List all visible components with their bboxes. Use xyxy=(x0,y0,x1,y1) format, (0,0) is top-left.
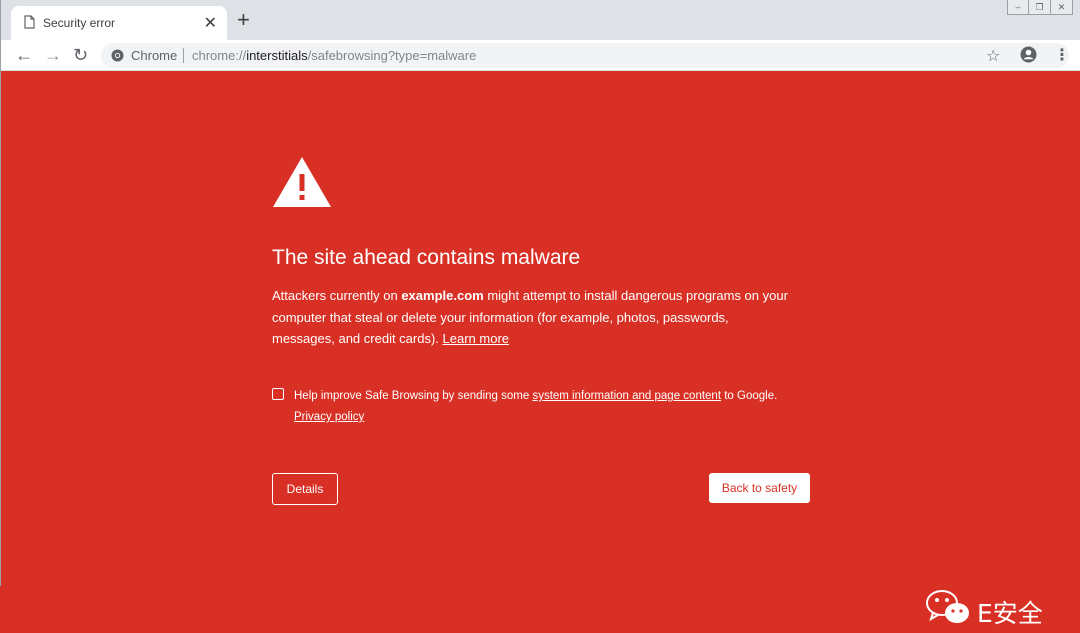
details-button[interactable]: Details xyxy=(272,473,338,505)
chrome-icon xyxy=(111,49,124,67)
address-bar[interactable]: Chrome chrome://interstitials/safebrowsi… xyxy=(101,43,1069,68)
optin-checkbox[interactable] xyxy=(272,388,284,400)
main-message: Attackers currently on example.com might… xyxy=(272,288,788,346)
tab-title: Security error xyxy=(43,16,116,30)
privacy-policy-link[interactable]: Privacy policy xyxy=(294,411,364,423)
interstitial-page: The site ahead contains malware Attacker… xyxy=(1,71,1080,628)
window-controls: – ❐ ✕ xyxy=(1007,0,1073,15)
back-arrow-icon[interactable]: ← xyxy=(15,44,33,66)
wechat-icon xyxy=(925,590,973,632)
optin-label: Help improve Safe Browsing by sending so… xyxy=(294,390,778,423)
watermark-text: E安全 xyxy=(977,599,1043,628)
restore-button[interactable]: ❐ xyxy=(1029,0,1051,15)
toolbar: ← → ↻ Chrome chrome://interstitials/safe… xyxy=(1,40,1080,71)
browser-window: Security error ✕ + – ❐ ✕ ← → ↻ Chrome ch… xyxy=(0,0,1080,628)
minimize-button[interactable]: – xyxy=(1007,0,1029,15)
malware-domain: example.com xyxy=(401,288,484,303)
omnibox-divider xyxy=(183,48,184,63)
tab-security-error[interactable]: Security error ✕ xyxy=(11,6,227,40)
close-window-button[interactable]: ✕ xyxy=(1051,0,1073,15)
back-to-safety-button[interactable]: Back to safety xyxy=(709,473,810,503)
system-information-link[interactable]: system information and page content xyxy=(532,390,721,402)
tab-strip: Security error ✕ + – ❐ ✕ xyxy=(1,0,1080,40)
learn-more-link[interactable]: Learn more xyxy=(443,331,509,346)
warning-icon xyxy=(272,156,332,213)
plus-icon[interactable]: + xyxy=(237,9,250,31)
page-icon xyxy=(24,15,35,34)
reload-icon[interactable]: ↻ xyxy=(73,44,88,66)
close-icon[interactable]: ✕ xyxy=(204,13,217,33)
menu-icon[interactable]: ⋮ xyxy=(1054,45,1070,65)
account-icon[interactable] xyxy=(1020,46,1037,68)
star-icon[interactable]: ☆ xyxy=(986,46,1000,66)
site-label: Chrome xyxy=(131,48,178,63)
forward-arrow-icon[interactable]: → xyxy=(44,44,62,66)
url-text[interactable]: chrome://interstitials/safebrowsing?type… xyxy=(192,48,476,63)
page-title: The site ahead contains malware xyxy=(272,246,581,269)
watermark: E安全 xyxy=(925,588,1055,628)
